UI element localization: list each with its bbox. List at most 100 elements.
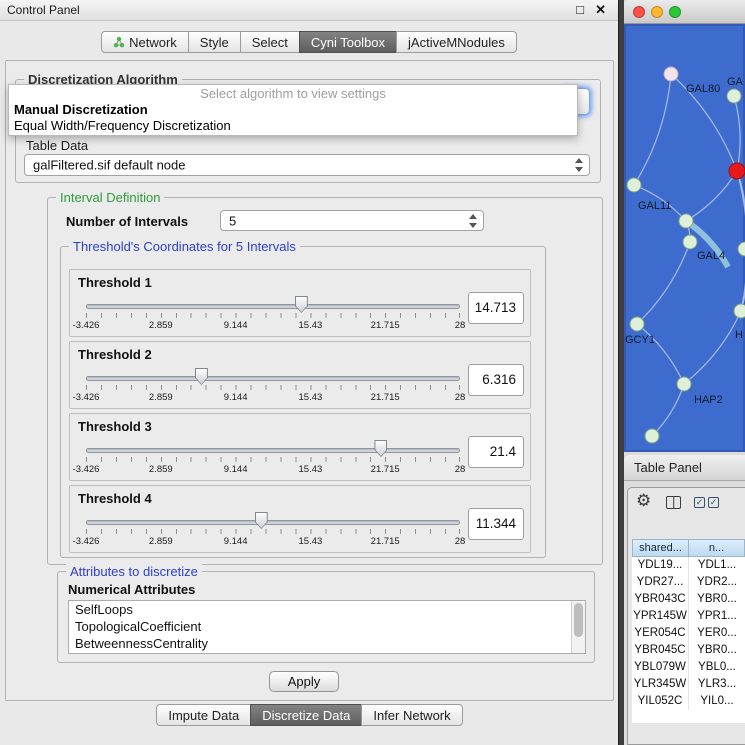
table-cell[interactable]: YDR27...: [632, 574, 689, 591]
slider-track[interactable]: [86, 520, 460, 525]
network-edge[interactable]: [686, 171, 737, 221]
tab-cyni-toolbox[interactable]: Cyni Toolbox: [299, 31, 397, 53]
threshold-3-slider[interactable]: -3.4262.8599.14415.4321.71528: [86, 440, 460, 480]
slider-thumb[interactable]: [295, 296, 308, 313]
table-cell[interactable]: YBR0...: [689, 642, 745, 659]
table-row[interactable]: YPR145WYPR1...: [632, 608, 745, 625]
table-cell[interactable]: YBL079W: [632, 659, 689, 676]
thresholds-group: Threshold's Coordinates for 5 Intervals …: [60, 246, 546, 558]
table-cell[interactable]: YBL0...: [689, 659, 745, 676]
bottom-tab-infer-network[interactable]: Infer Network: [361, 704, 462, 726]
table-cell[interactable]: YPR145W: [632, 608, 689, 625]
threshold-value-field[interactable]: 6.316: [468, 364, 524, 396]
tab-select[interactable]: Select: [240, 31, 300, 53]
table-data-combobox[interactable]: galFiltered.sif default node: [24, 154, 590, 176]
dropdown-option-manual-discretization[interactable]: Manual Discretization: [9, 102, 577, 118]
slider-thumb[interactable]: [255, 512, 268, 529]
table-row[interactable]: YIL052CYIL0...: [632, 693, 745, 710]
combobox-spinner-icon[interactable]: [575, 158, 584, 172]
slider-track[interactable]: [86, 448, 460, 453]
network-node[interactable]: [677, 377, 691, 391]
threshold-value-field[interactable]: 14.713: [468, 292, 524, 324]
table-cell[interactable]: YER054C: [632, 625, 689, 642]
column-header[interactable]: shared...: [632, 539, 689, 557]
network-node[interactable]: [727, 89, 741, 103]
table-cell[interactable]: YDL19...: [632, 557, 689, 574]
list-item[interactable]: TopologicalCoefficient: [69, 618, 585, 635]
threshold-value-field[interactable]: 11.344: [468, 508, 524, 540]
table-row[interactable]: YBR045CYBR0...: [632, 642, 745, 659]
columns-icon[interactable]: [666, 496, 681, 509]
tab-jactivemnodules[interactable]: jActiveMNodules: [396, 31, 517, 53]
table-cell[interactable]: YER0...: [689, 625, 745, 642]
table-cell[interactable]: YDL1...: [689, 557, 745, 574]
network-canvas[interactable]: GAL80GAGAL11GAL4GCY1HHAP2: [624, 24, 745, 452]
table-cell[interactable]: YBR045C: [632, 642, 689, 659]
close-window-button[interactable]: [633, 6, 645, 18]
gear-icon[interactable]: ⚙: [636, 491, 651, 511]
network-edge[interactable]: [637, 324, 684, 384]
network-edge[interactable]: [684, 311, 741, 384]
bottom-tab-impute-data[interactable]: Impute Data: [156, 704, 251, 726]
checkbox-icon[interactable]: [694, 497, 705, 508]
network-node[interactable]: [683, 235, 697, 249]
float-window-icon[interactable]: □: [576, 2, 584, 18]
numerical-attributes-list[interactable]: SelfLoops TopologicalCoefficient Between…: [68, 600, 586, 654]
table-row[interactable]: YER054CYER0...: [632, 625, 745, 642]
threshold-4-slider[interactable]: -3.4262.8599.14415.4321.71528: [86, 512, 460, 552]
slider-scale-label: -3.426: [73, 392, 100, 403]
table-cell[interactable]: YBR0...: [689, 591, 745, 608]
list-item[interactable]: BetweennessCentrality: [69, 635, 585, 652]
slider-track[interactable]: [86, 376, 460, 381]
network-node[interactable]: [630, 317, 644, 331]
network-edge[interactable]: [634, 74, 671, 185]
network-node[interactable]: [664, 67, 678, 81]
table-row[interactable]: YDR27...YDR2...: [632, 574, 745, 591]
bottom-tab-discretize-data[interactable]: Discretize Data: [250, 704, 362, 726]
threshold-1-slider[interactable]: -3.4262.8599.14415.4321.71528: [86, 296, 460, 336]
zoom-window-button[interactable]: [669, 6, 681, 18]
tab-style[interactable]: Style: [188, 31, 241, 53]
table-cell[interactable]: YIL0...: [689, 693, 745, 710]
slider-track[interactable]: [86, 304, 460, 309]
network-node[interactable]: [738, 242, 745, 256]
network-edge[interactable]: [737, 171, 745, 311]
table-cell[interactable]: YLR3...: [689, 676, 745, 693]
combobox-spinner-icon[interactable]: [469, 214, 478, 228]
network-node[interactable]: [679, 214, 693, 228]
network-node[interactable]: [627, 178, 641, 192]
network-edge[interactable]: [741, 249, 745, 311]
network-edge[interactable]: [737, 171, 745, 249]
network-node[interactable]: [729, 163, 745, 179]
table-cell[interactable]: YLR345W: [632, 676, 689, 693]
network-node[interactable]: [734, 304, 745, 318]
dropdown-option-equal-width-frequency[interactable]: Equal Width/Frequency Discretization: [9, 118, 577, 134]
checkbox-icon[interactable]: [708, 497, 719, 508]
network-node[interactable]: [645, 429, 659, 443]
table-row[interactable]: YDL19...YDL1...: [632, 557, 745, 574]
network-edge[interactable]: [652, 384, 684, 436]
threshold-value-field[interactable]: 21.4: [468, 436, 524, 468]
table-cell[interactable]: YPR1...: [689, 608, 745, 625]
table-row[interactable]: YLR345WYLR3...: [632, 676, 745, 693]
minimize-window-button[interactable]: [651, 6, 663, 18]
threshold-2-slider[interactable]: -3.4262.8599.14415.4321.71528: [86, 368, 460, 408]
slider-thumb[interactable]: [195, 368, 208, 385]
scrollbar[interactable]: [571, 601, 585, 653]
table-cell[interactable]: YIL052C: [632, 693, 689, 710]
table-cell[interactable]: YDR2...: [689, 574, 745, 591]
scrollbar-thumb[interactable]: [574, 603, 583, 637]
slider-thumb[interactable]: [374, 440, 387, 457]
table-row[interactable]: YBR043CYBR0...: [632, 591, 745, 608]
close-window-icon[interactable]: ✕: [595, 2, 606, 18]
table-row[interactable]: YBL079WYBL0...: [632, 659, 745, 676]
network-edge[interactable]: [637, 242, 690, 324]
tab-label: Network: [129, 35, 177, 50]
network-edge[interactable]: [734, 96, 740, 171]
column-header[interactable]: n...: [688, 539, 745, 557]
apply-button[interactable]: Apply: [269, 671, 339, 692]
table-cell[interactable]: YBR043C: [632, 591, 689, 608]
list-item[interactable]: SelfLoops: [69, 601, 585, 618]
number-of-intervals-combobox[interactable]: 5: [220, 210, 484, 231]
tab-network[interactable]: Network: [101, 31, 189, 53]
